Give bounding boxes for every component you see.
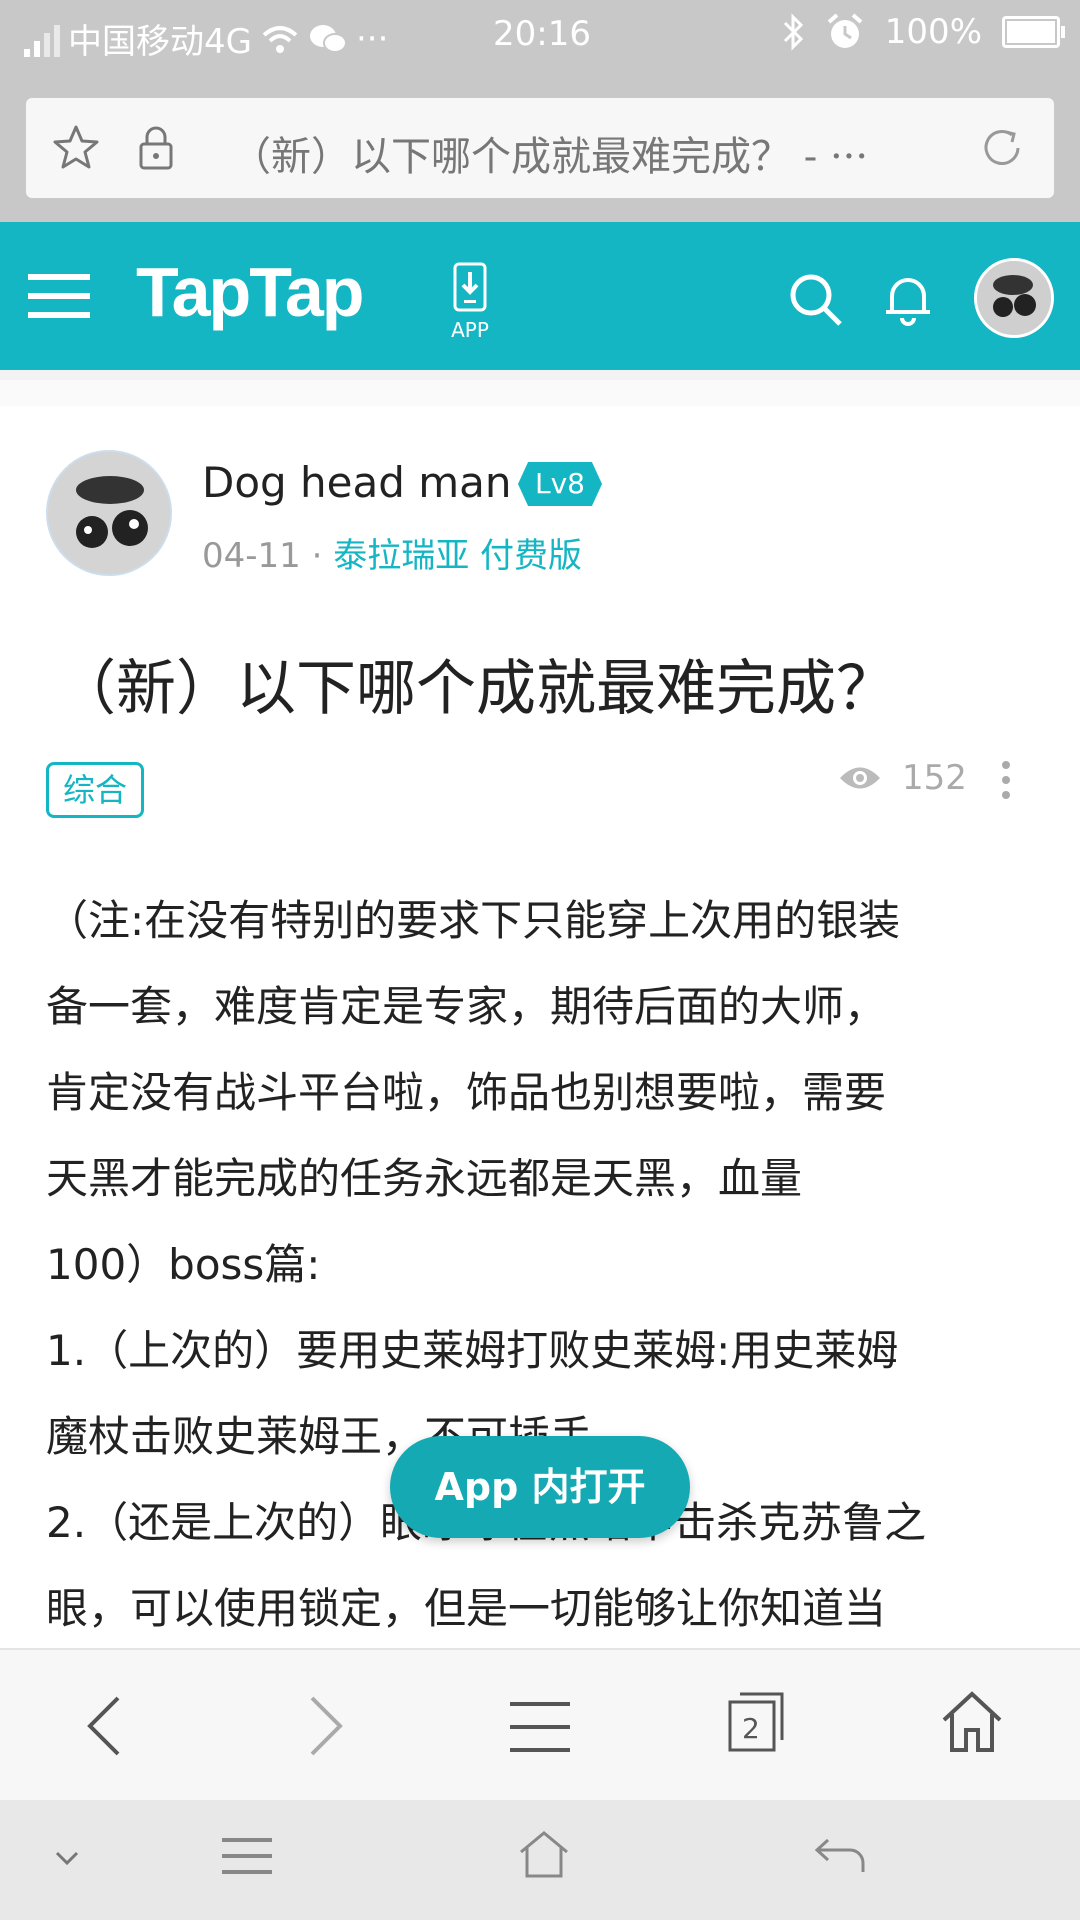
header-divider	[0, 370, 1080, 406]
content-line: 100）boss篇:	[46, 1240, 321, 1289]
tab-count: 2	[742, 1712, 760, 1745]
content-line: 肯定没有战斗平台啦，饰品也别想要啦，需要	[46, 1068, 887, 1117]
content-line: 眼，可以使用锁定，但是一切能够让你知道当	[46, 1584, 887, 1633]
search-icon[interactable]	[788, 272, 844, 328]
reload-icon[interactable]	[978, 124, 1026, 172]
browser-address-area: （新）以下哪个成就最难完成？ - ···	[0, 76, 1080, 222]
eye-icon	[840, 767, 880, 789]
app-header: TapTap APP	[0, 222, 1080, 370]
content-line: 1.（上次的）要用史莱姆打败史莱姆:用史莱姆	[46, 1326, 899, 1375]
alarm-icon	[827, 13, 863, 48]
address-bar[interactable]: （新）以下哪个成就最难完成？ - ···	[26, 98, 1054, 198]
content-line: 天黑才能完成的任务永远都是天黑，血量	[46, 1154, 803, 1203]
back-icon[interactable]	[84, 1694, 124, 1758]
home-icon[interactable]	[940, 1690, 1004, 1754]
signal-icon	[24, 21, 60, 57]
meta-separator: ·	[311, 536, 323, 576]
system-menu-icon[interactable]	[222, 1836, 272, 1876]
user-avatar[interactable]	[974, 258, 1054, 338]
lock-icon	[139, 126, 173, 170]
menu-lines-icon[interactable]	[510, 1700, 570, 1754]
system-home-icon[interactable]	[518, 1830, 570, 1880]
tabs-button[interactable]: 2	[726, 1690, 786, 1754]
page-title-url[interactable]: （新）以下哪个成就最难完成？ - ···	[231, 124, 931, 182]
post-date: 04-11	[202, 536, 301, 576]
carrier-label: 中国移动4G	[68, 22, 252, 62]
forward-icon[interactable]	[306, 1694, 346, 1758]
open-in-app-button[interactable]: App 内打开	[390, 1436, 690, 1538]
more-options-icon[interactable]	[1000, 760, 1012, 800]
content-line: 备一套，难度肯定是专家，期待后面的大师，	[46, 982, 887, 1031]
app-download-button[interactable]: APP	[448, 262, 492, 342]
wifi-icon	[262, 25, 298, 53]
taptap-logo[interactable]: TapTap	[136, 252, 365, 332]
bookmark-star-icon[interactable]	[52, 124, 100, 170]
category-tag[interactable]: 综合	[46, 762, 144, 818]
browser-toolbar: 2	[0, 1648, 1080, 1802]
view-count-label: 152	[902, 758, 967, 798]
view-count: 152	[838, 758, 967, 798]
post-title: （新）以下哪个成就最难完成？	[56, 654, 896, 724]
system-nav-bar	[0, 1800, 1080, 1920]
battery-label: 100%	[884, 12, 982, 52]
phone-download-icon	[453, 262, 487, 312]
more-status-icon: ···	[355, 18, 389, 59]
level-badge: Lv8	[518, 462, 602, 506]
system-back-icon[interactable]	[814, 1836, 866, 1876]
wechat-icon	[309, 24, 347, 53]
clock: 20:16	[493, 14, 591, 54]
battery-icon	[1002, 16, 1065, 48]
menu-icon[interactable]	[28, 272, 90, 320]
author-name[interactable]: Dog head man	[202, 458, 512, 507]
post-meta: 04-11 · 泰拉瑞亚 付费版	[202, 528, 582, 577]
collapse-chevron-icon[interactable]	[54, 1850, 80, 1866]
notification-bell-icon[interactable]	[882, 270, 934, 326]
bluetooth-icon	[783, 13, 803, 51]
author-avatar[interactable]	[46, 450, 172, 576]
game-link[interactable]: 泰拉瑞亚 付费版	[333, 536, 582, 576]
status-bar: 中国移动4G ··· 20:16 100%	[0, 0, 1080, 76]
content-line: （注:在没有特别的要求下只能穿上次用的银装	[46, 896, 901, 945]
app-download-label: APP	[451, 318, 489, 342]
